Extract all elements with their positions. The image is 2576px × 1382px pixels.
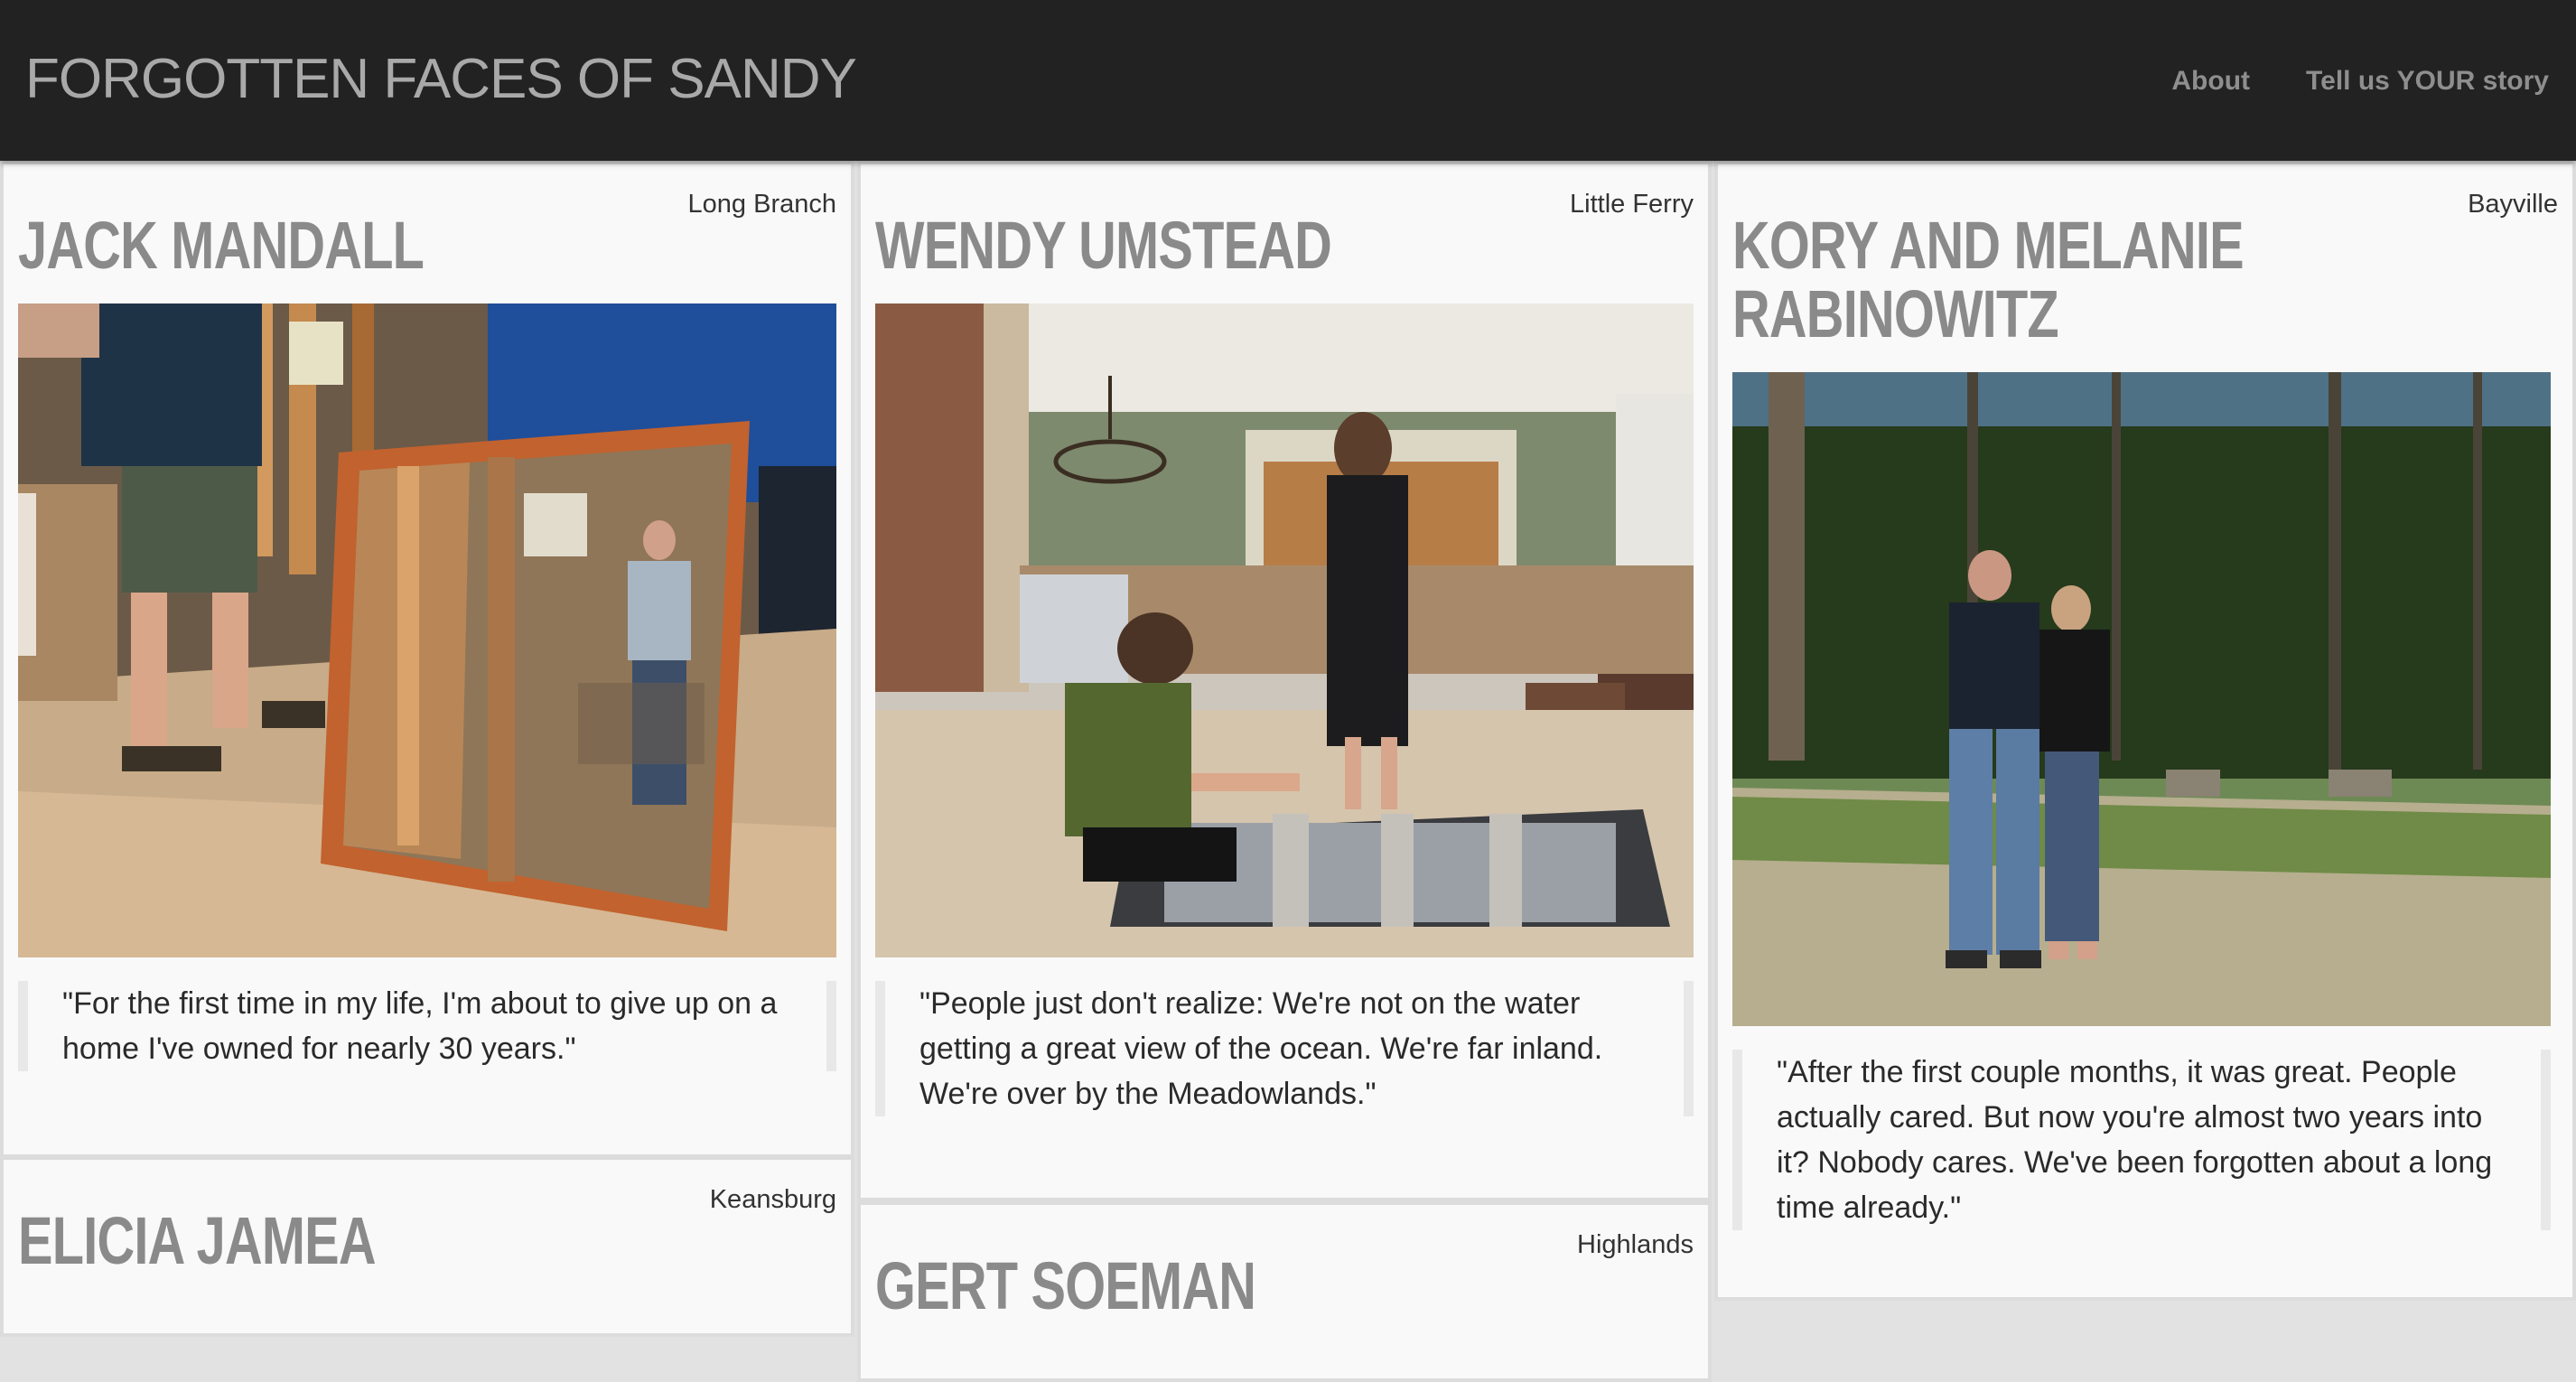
story-name[interactable]: ELICIA JAMEA	[18, 1207, 377, 1275]
top-navbar: FORGOTTEN FACES OF SANDY About Tell us Y…	[0, 0, 2576, 161]
nav-links: About Tell us YOUR story	[2171, 63, 2549, 99]
story-name-line-2: RABINOWITZ	[1732, 276, 2059, 351]
story-quote: "After the first couple months, it was g…	[1732, 1050, 2551, 1230]
story-name-line-1: KORY AND MELANIE	[1732, 208, 2245, 283]
story-name[interactable]: GERT SOEMAN	[875, 1252, 1256, 1321]
story-card-elicia-jamea[interactable]: Keansburg ELICIA JAMEA	[0, 1156, 854, 1337]
story-card-jack-mandall[interactable]: Long Branch JACK MANDALL "For the first …	[0, 161, 854, 1158]
story-name[interactable]: KORY AND MELANIE RABINOWITZ	[1732, 208, 2245, 351]
nav-tell-story-link[interactable]: Tell us YOUR story	[2306, 63, 2549, 99]
nav-about-link[interactable]: About	[2171, 63, 2250, 99]
site-brand-link[interactable]: FORGOTTEN FACES OF SANDY	[25, 43, 857, 116]
story-quote: "For the first time in my life, I'm abou…	[18, 981, 836, 1071]
story-location: Highlands	[1577, 1230, 1694, 1259]
story-card-gert-soeman[interactable]: Highlands GERT SOEMAN	[857, 1201, 1712, 1382]
story-location: Keansburg	[709, 1185, 836, 1214]
story-quote-text: "For the first time in my life, I'm abou…	[62, 986, 778, 1066]
story-location: Little Ferry	[1570, 190, 1694, 219]
story-name[interactable]: JACK MANDALL	[18, 211, 425, 280]
story-quote-text: "After the first couple months, it was g…	[1777, 1055, 2493, 1225]
mother-and-son-gutted-floor-photo[interactable]	[875, 303, 1694, 957]
man-reflected-in-mirror-photo[interactable]	[18, 303, 836, 957]
couple-in-cleared-lot-photo[interactable]	[1732, 372, 2551, 1026]
story-location: Long Branch	[687, 190, 836, 219]
story-quote: "People just don't realize: We're not on…	[875, 981, 1694, 1116]
story-grid: Long Branch JACK MANDALL "For the first …	[0, 161, 2576, 1382]
story-card-wendy-umstead[interactable]: Little Ferry WENDY UMSTEAD "People just …	[857, 161, 1712, 1201]
story-quote-text: "People just don't realize: We're not on…	[919, 986, 1603, 1111]
story-card-kory-and-melanie-rabinowitz[interactable]: Bayville KORY AND MELANIE RABINOWITZ "Af…	[1714, 161, 2576, 1301]
story-location: Bayville	[2468, 190, 2558, 219]
story-name[interactable]: WENDY UMSTEAD	[875, 211, 1332, 280]
